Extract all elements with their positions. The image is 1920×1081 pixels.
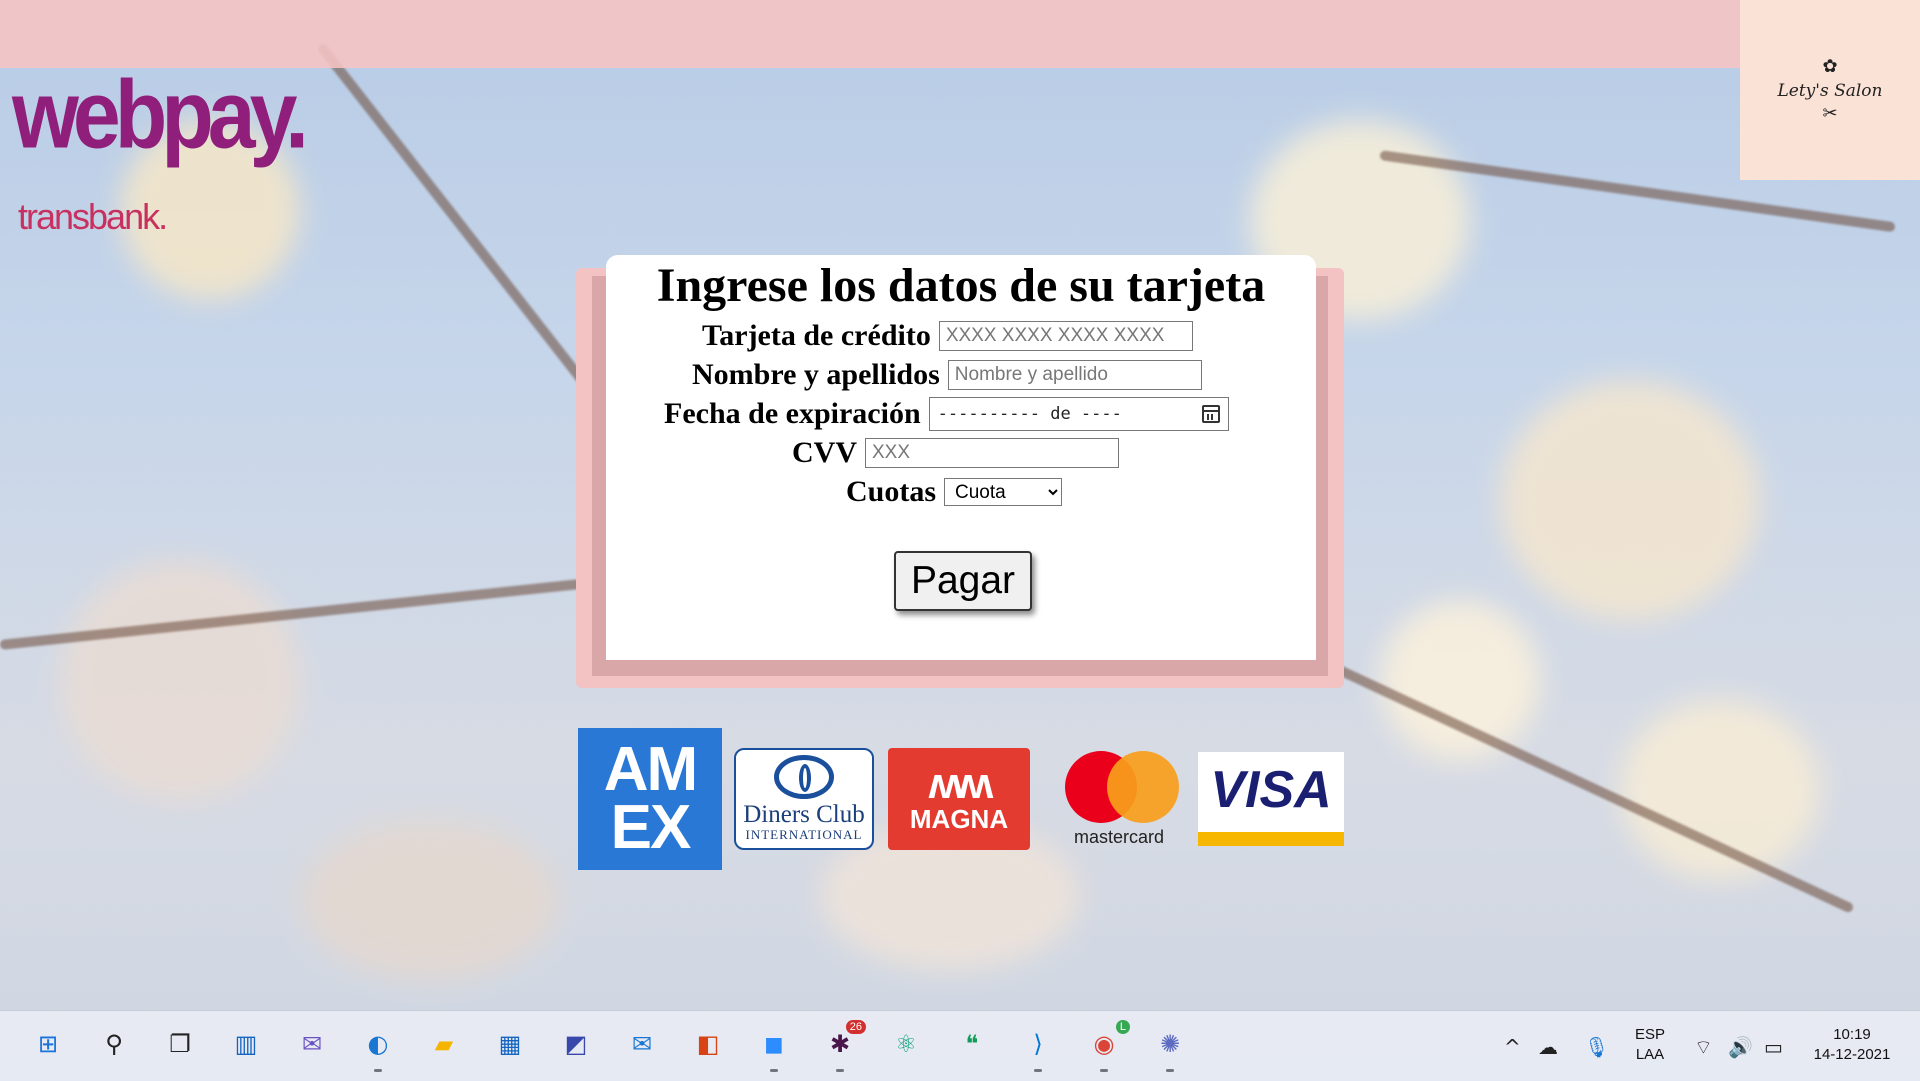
file-explorer-icon[interactable]: ▰ — [426, 1026, 462, 1062]
installments-row: Cuotas Cuota — [846, 475, 1063, 509]
payment-form: Ingrese los datos de su tarjeta Tarjeta … — [606, 255, 1316, 660]
pay-button[interactable]: Pagar — [894, 551, 1032, 611]
diners-line-2: INTERNATIONAL — [745, 827, 863, 842]
diners-line-1: Diners Club — [743, 801, 865, 828]
edge-icon[interactable]: ◐ — [360, 1026, 396, 1062]
expiry-value: ---------- de ---- — [937, 404, 1122, 424]
search-icon[interactable]: ⚲ — [96, 1026, 132, 1062]
amex-line-2: EX — [610, 793, 692, 862]
top-banner — [0, 0, 1740, 68]
vscode-icon[interactable]: ⟩ — [1020, 1026, 1056, 1062]
microsoft-store-icon[interactable]: ▦ — [492, 1026, 528, 1062]
name-row: Nombre y apellidos — [692, 358, 1202, 392]
keyboard-layout: LAA — [1635, 1046, 1665, 1063]
mail-icon[interactable]: ✉ — [624, 1026, 660, 1062]
diners-club-logo: Diners Club INTERNATIONAL — [734, 748, 874, 850]
office-icon[interactable]: ◧ — [690, 1026, 726, 1062]
chrome-icon[interactable]: ◉ L — [1086, 1020, 1130, 1062]
teams-chat-icon[interactable]: ✉ — [294, 1026, 330, 1062]
webpay-wordmark: webpay. — [12, 61, 309, 169]
atom-icon[interactable]: ⚛ — [888, 1026, 924, 1062]
microphone-icon[interactable]: 🎙 — [1584, 1035, 1609, 1059]
zoom-icon[interactable]: ◼ — [756, 1026, 792, 1062]
chrome-badge: L — [1115, 1020, 1130, 1034]
magna-logo: ʍʍ MAGNA — [888, 748, 1030, 850]
installments-label: Cuotas — [846, 475, 937, 508]
app-icon[interactable]: ◩ — [558, 1026, 594, 1062]
scissors-icon: ✂ — [1822, 102, 1838, 123]
installments-select[interactable]: Cuota — [944, 478, 1063, 506]
mastercard-icon — [1059, 750, 1179, 823]
settings-icon[interactable]: ✺ — [1152, 1026, 1188, 1062]
widgets-icon[interactable]: ▥ — [228, 1026, 264, 1062]
slack-icon[interactable]: ✱ 26 — [822, 1020, 866, 1062]
task-view-icon[interactable]: ❐ — [162, 1026, 198, 1062]
windows-start-icon[interactable]: ⊞ — [30, 1026, 66, 1062]
calendar-icon[interactable] — [1201, 405, 1220, 423]
volume-icon[interactable]: 🔊 — [1728, 1035, 1753, 1059]
expiry-row: Fecha de expiración ---------- de ---- — [664, 397, 1229, 431]
date: 14-12-2021 — [1813, 1046, 1891, 1063]
visa-stripe — [1198, 832, 1344, 846]
amex-line-1: AM — [603, 735, 698, 804]
chevron-up-icon[interactable]: ^ — [1504, 1035, 1521, 1059]
magna-text: MAGNA — [909, 803, 1009, 834]
card-number-input[interactable] — [938, 321, 1193, 351]
mastercard-text: mastercard — [1073, 826, 1165, 847]
battery-icon[interactable]: ▭ — [1764, 1035, 1783, 1059]
form-title: Ingrese los datos de su tarjeta — [656, 259, 1266, 312]
name-label: Nombre y apellidos — [692, 358, 940, 391]
flower-icon: ✿ — [1822, 55, 1838, 76]
diners-icon — [774, 755, 834, 799]
name-input[interactable] — [947, 360, 1202, 390]
onedrive-icon[interactable]: ☁ — [1538, 1035, 1558, 1059]
salon-name: Lety's Salon — [1777, 80, 1883, 101]
taskbar: ⊞ ⚲ ❐ ▥ ✉ ◐ ▰ ▦ ◩ ✉ ◧ ◼ ✱ 26 ⚛ ❝ ⟩ ◉ L ✺… — [0, 1010, 1920, 1081]
cvv-row: CVV — [792, 436, 1119, 470]
salon-logo: ✿ Lety's Salon ✂ — [1740, 0, 1920, 180]
card-number-row: Tarjeta de crédito — [702, 319, 1193, 353]
visa-text: VISA — [1210, 761, 1332, 819]
webpay-logo: webpay. transbank. — [4, 66, 309, 246]
language-code: ESP — [1634, 1026, 1665, 1043]
cvv-label: CVV — [792, 436, 857, 469]
expiry-label: Fecha de expiración — [664, 397, 921, 430]
card-number-label: Tarjeta de crédito — [702, 319, 931, 352]
slack-badge: 26 — [845, 1020, 866, 1034]
wifi-icon[interactable]: ⌔ — [1694, 1035, 1713, 1060]
magna-icon: ʍʍ — [928, 758, 993, 808]
cvv-input[interactable] — [865, 438, 1119, 468]
time: 10:19 — [1833, 1026, 1871, 1043]
mastercard-logo: mastercard — [1054, 748, 1184, 850]
transbank-wordmark: transbank. — [18, 196, 168, 237]
language-indicator[interactable]: ESP LAA — [1630, 1025, 1670, 1065]
visa-logo: VISA — [1198, 752, 1344, 846]
amex-logo: AM EX — [578, 728, 722, 870]
clock[interactable]: 10:19 14-12-2021 — [1806, 1025, 1898, 1065]
expiry-month-input[interactable]: ---------- de ---- — [928, 397, 1229, 431]
hangouts-icon[interactable]: ❝ — [954, 1026, 990, 1062]
